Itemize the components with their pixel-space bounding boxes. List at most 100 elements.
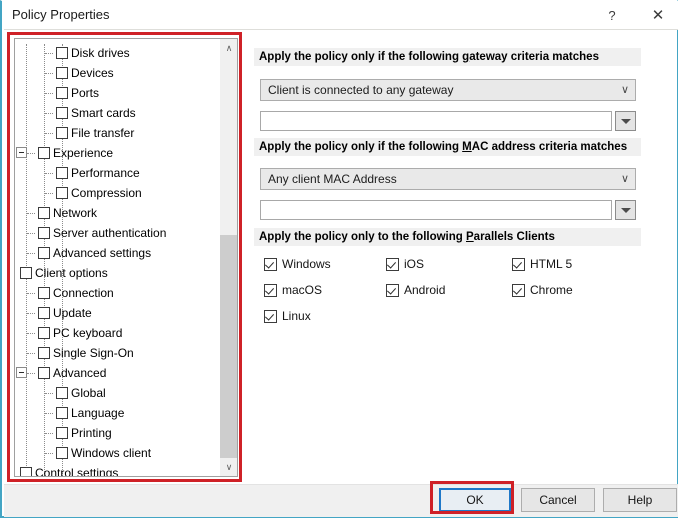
tree-item[interactable]: Performance <box>15 164 219 184</box>
tree-item[interactable]: Advanced <box>15 364 219 384</box>
tree-item[interactable]: Update <box>15 304 219 324</box>
clients-header-accel: P <box>466 231 474 243</box>
tree-item-checkbox[interactable] <box>56 387 68 399</box>
tree-item-checkbox[interactable] <box>38 327 50 339</box>
gateway-header-suffix: ateway criteria matches <box>469 51 599 63</box>
tree-connector <box>45 53 53 55</box>
mac-value-dropdown-button[interactable] <box>615 200 636 220</box>
client-checkbox-label: Linux <box>282 309 311 323</box>
tree-item-checkbox[interactable] <box>20 467 32 476</box>
mac-header-suffix: AC address criteria matches <box>471 141 628 153</box>
mac-combo-value: Any client MAC Address <box>268 172 397 186</box>
tree-item[interactable]: Network <box>15 204 219 224</box>
tree-item[interactable]: PC keyboard <box>15 324 219 344</box>
tree-item-checkbox[interactable] <box>56 67 68 79</box>
tree-item-label: Performance <box>71 166 140 180</box>
gateway-criteria-combo[interactable]: Client is connected to any gateway ∨ <box>260 79 636 101</box>
client-checkbox[interactable] <box>386 258 399 271</box>
tree-item-checkbox[interactable] <box>38 307 50 319</box>
tree-item-checkbox[interactable] <box>38 247 50 259</box>
tree-item-checkbox[interactable] <box>56 107 68 119</box>
tree-item-checkbox[interactable] <box>38 227 50 239</box>
tree-item[interactable]: Client options <box>15 264 219 284</box>
client-checkbox-label: HTML 5 <box>530 257 573 271</box>
cancel-button[interactable]: Cancel <box>521 488 595 512</box>
tree-connector <box>27 233 35 235</box>
tree-item-label: Compression <box>71 186 142 200</box>
tree-item-label: Disk drives <box>71 46 130 60</box>
tree-item[interactable]: Advanced settings <box>15 244 219 264</box>
mac-criteria-combo[interactable]: Any client MAC Address ∨ <box>260 168 636 190</box>
tree-item-checkbox[interactable] <box>56 167 68 179</box>
client-checkbox[interactable] <box>386 284 399 297</box>
client-checkbox[interactable] <box>264 284 277 297</box>
tree-connector <box>45 93 53 95</box>
tree-item[interactable]: Smart cards <box>15 104 219 124</box>
ok-button[interactable]: OK <box>439 488 511 512</box>
mac-header-prefix: Apply the policy only if the following <box>259 141 463 153</box>
mac-value-input[interactable] <box>260 200 612 220</box>
client-checkbox[interactable] <box>264 310 277 323</box>
tree-item[interactable]: Compression <box>15 184 219 204</box>
tree-item-checkbox[interactable] <box>38 207 50 219</box>
tree-connector <box>27 213 35 215</box>
policy-tree-panel[interactable]: Disk drives Devices Ports Smart cards File t… <box>14 38 238 477</box>
client-checkbox[interactable] <box>264 258 277 271</box>
tree-item-checkbox[interactable] <box>56 87 68 99</box>
tree-item[interactable]: Language <box>15 404 219 424</box>
tree-item-checkbox[interactable] <box>56 187 68 199</box>
tree-connector <box>45 133 53 135</box>
tree-item-checkbox[interactable] <box>56 427 68 439</box>
tree-item[interactable]: Windows client <box>15 444 219 464</box>
tree-item[interactable]: Connection <box>15 284 219 304</box>
client-checkbox[interactable] <box>512 258 525 271</box>
chevron-down-icon: ∨ <box>620 84 629 96</box>
tree-connector <box>27 373 35 375</box>
scroll-up-arrow-icon[interactable]: ∧ <box>220 39 237 57</box>
tree-item-checkbox[interactable] <box>56 47 68 59</box>
tree-item-checkbox[interactable] <box>38 347 50 359</box>
policy-content-panel: Apply the policy only if the following g… <box>254 38 666 477</box>
tree-item-label: File transfer <box>71 126 135 140</box>
scrollbar-thumb[interactable] <box>220 235 237 459</box>
tree-scrollbar[interactable]: ∧ ∨ <box>219 39 237 476</box>
tree-item-checkbox[interactable] <box>56 407 68 419</box>
gateway-value-dropdown-button[interactable] <box>615 111 636 131</box>
tree-item[interactable]: Single Sign-On <box>15 344 219 364</box>
help-question-icon[interactable]: ? <box>598 3 626 28</box>
tree-item-checkbox[interactable] <box>20 267 32 279</box>
clients-section-header: Apply the policy only to the following P… <box>254 228 641 246</box>
tree-item-checkbox[interactable] <box>56 447 68 459</box>
tree-item[interactable]: Ports <box>15 84 219 104</box>
tree-item[interactable]: Server authentication <box>15 224 219 244</box>
tree-connector <box>27 253 35 255</box>
tree-item-label: Experience <box>53 146 114 160</box>
chevron-down-icon: ∨ <box>620 173 629 185</box>
tree-item-checkbox[interactable] <box>56 127 68 139</box>
tree-item[interactable]: Printing <box>15 424 219 444</box>
tree-item[interactable]: Experience <box>15 144 219 164</box>
tree-item-label: Windows client <box>71 446 152 460</box>
scroll-down-arrow-icon[interactable]: ∨ <box>220 458 237 476</box>
tree-item[interactable]: Disk drives <box>15 44 219 64</box>
gateway-value-input[interactable] <box>260 111 612 131</box>
gateway-combo-value: Client is connected to any gateway <box>268 83 454 97</box>
tree-connector <box>45 173 53 175</box>
tree-item-label: Printing <box>71 426 112 440</box>
tree-item-checkbox[interactable] <box>38 287 50 299</box>
close-icon[interactable]: ✕ <box>644 3 672 28</box>
tree-item[interactable]: File transfer <box>15 124 219 144</box>
tree-item[interactable]: Devices <box>15 64 219 84</box>
tree-collapse-icon[interactable] <box>16 147 27 158</box>
tree-item-checkbox[interactable] <box>38 367 50 379</box>
tree-item[interactable]: Control settings <box>15 464 219 476</box>
tree-item[interactable]: Global <box>15 384 219 404</box>
tree-connector <box>45 433 53 435</box>
client-checkbox[interactable] <box>512 284 525 297</box>
tree-connector <box>45 393 53 395</box>
window-title: Policy Properties <box>12 7 110 22</box>
policy-tree-list: Disk drives Devices Ports Smart cards File t… <box>15 39 219 476</box>
tree-item-checkbox[interactable] <box>38 147 50 159</box>
tree-collapse-icon[interactable] <box>16 367 27 378</box>
help-button[interactable]: Help <box>603 488 677 512</box>
